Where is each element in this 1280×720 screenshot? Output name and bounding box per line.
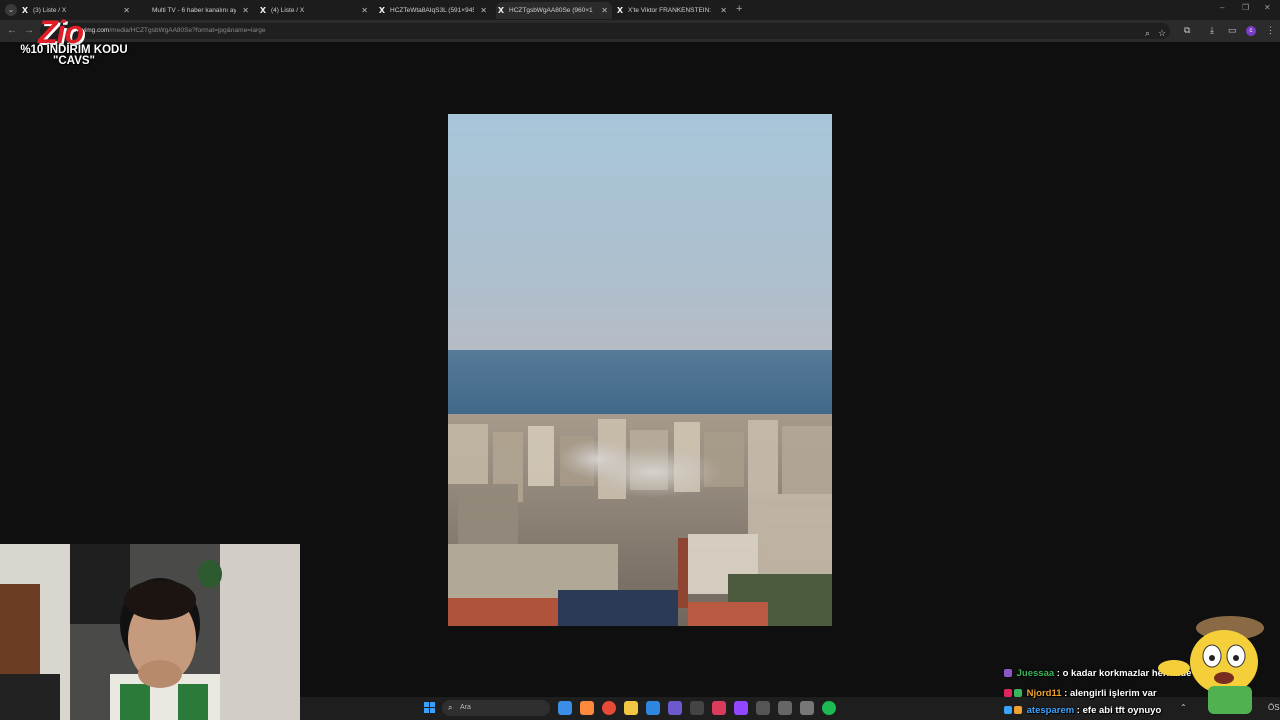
discount-line-2: "CAVS" (52, 55, 95, 67)
minimize-icon[interactable]: – (1220, 3, 1224, 12)
tab-title: Multi TV - 6 haber kanalını aynı (152, 7, 236, 14)
app-icon[interactable] (800, 701, 814, 715)
url-path: /media/HCZTgsbWgAA80Se?format=jpg&name=l… (109, 27, 266, 34)
sub-badge-icon (1004, 689, 1012, 697)
app-icon[interactable] (712, 701, 726, 715)
red-roof (688, 602, 768, 626)
taskbar-search[interactable]: ⌕ Ara (442, 700, 550, 716)
tab-title: (4) Liste / X (271, 7, 305, 14)
app-icon[interactable] (778, 701, 792, 715)
back-icon[interactable]: ← (7, 25, 17, 36)
viewed-image (448, 114, 832, 626)
close-icon[interactable]: ✕ (480, 2, 487, 19)
x-logo-icon: X (378, 6, 386, 15)
download-icon[interactable]: ⤓ (1210, 25, 1214, 36)
sponsor-overlay: Zio %10 İNDİRİM KODU "CAVS" (20, 14, 128, 74)
hand-icon (1158, 660, 1190, 676)
tab-image-active[interactable]: X HCZTgsbWgAA80Se (960×128 ✕ (496, 2, 612, 19)
search-placeholder: Ara (460, 704, 471, 711)
avatar[interactable]: c (1246, 26, 1256, 36)
spotify-icon[interactable] (822, 701, 836, 715)
x-logo-icon: X (259, 6, 267, 15)
chat-username: Njord11 (1026, 688, 1062, 699)
search-icon: ⌕ (448, 703, 453, 712)
cast-icon[interactable]: ▭ (1228, 25, 1237, 36)
zoom-icon[interactable]: ⌕ (1145, 25, 1150, 41)
red-roof (448, 598, 568, 626)
copilot-icon[interactable] (580, 701, 594, 715)
solar-panels (558, 590, 678, 626)
emote-overlay (1150, 612, 1270, 714)
discount-code-text: %10 İNDİRİM KODU "CAVS" (20, 44, 128, 67)
discord-icon[interactable] (668, 701, 682, 715)
tab-strip: ⌄ X (3) Liste / X ✕ Multi TV - 6 haber ka… (0, 0, 1280, 20)
close-icon[interactable]: ✕ (242, 2, 249, 19)
new-tab-button[interactable]: + (736, 3, 742, 15)
sub-badge-icon (1004, 706, 1012, 714)
sky (448, 114, 832, 350)
gift-badge-icon (1014, 706, 1022, 714)
smoke-plume (558, 439, 638, 479)
tab-viktor[interactable]: X X'te Viktor FRANKENSTEIN: "G ✕ (615, 2, 731, 19)
browser-toolbar: ← → pbs.twimg.com/media/HCZTgsbWgAA80Se?… (0, 20, 1280, 42)
obs-icon[interactable] (690, 701, 704, 715)
tab-multitv[interactable]: Multi TV - 6 haber kanalını aynı ✕ (139, 2, 253, 19)
chimney (678, 538, 688, 608)
chat-text: alengirli işlerim var (1069, 688, 1157, 699)
chat-username: atesparem (1026, 705, 1075, 716)
extensions-icon[interactable]: ⧉ (1184, 25, 1190, 36)
close-icon[interactable]: ✕ (720, 2, 727, 19)
close-icon[interactable]: ✕ (601, 2, 608, 19)
chat-message: Njord11 : alengirli işlerim var (1004, 688, 1157, 699)
task-view-icon[interactable] (558, 701, 572, 715)
tab-title: HCZTeWta8AIqS3L (591×945) (390, 7, 474, 14)
gift-badge-icon (1014, 689, 1022, 697)
sea (448, 350, 832, 424)
menu-icon[interactable]: ⋮ (1266, 25, 1275, 36)
streamer-webcam (0, 544, 300, 720)
twitch-icon[interactable] (734, 701, 748, 715)
close-window-icon[interactable]: ✕ (1264, 3, 1271, 12)
tab-liste-2[interactable]: X (4) Liste / X ✕ (258, 2, 372, 19)
bookmark-star-icon[interactable]: ☆ (1158, 25, 1166, 41)
tab-title: HCZTgsbWgAA80Se (960×128 (509, 7, 593, 14)
address-bar[interactable]: pbs.twimg.com/media/HCZTgsbWgAA80Se?form… (40, 23, 1170, 39)
edge-icon[interactable] (646, 701, 660, 715)
x-logo-icon: X (497, 6, 505, 15)
file-explorer-icon[interactable] (624, 701, 638, 715)
close-icon[interactable]: ✕ (361, 2, 368, 19)
app-icon[interactable] (756, 701, 770, 715)
windows-start-icon[interactable] (424, 702, 436, 714)
tab-image-1[interactable]: X HCZTeWta8AIqS3L (591×945) ✕ (377, 2, 491, 19)
chrome-icon[interactable] (602, 701, 616, 715)
shirt-icon (1208, 686, 1252, 714)
tab-title: X'te Viktor FRANKENSTEIN: "G (628, 7, 712, 14)
sub-badge-icon (1004, 669, 1012, 677)
x-logo-icon: X (616, 6, 624, 15)
emoji-face-icon (1190, 630, 1258, 694)
tab-search-menu-icon[interactable]: ⌄ (5, 4, 17, 16)
restore-icon[interactable]: ❐ (1242, 3, 1249, 12)
chat-username: Juessaa (1016, 668, 1055, 679)
chat-message: atesparem : efe abi tft oynuyo (1004, 705, 1161, 716)
